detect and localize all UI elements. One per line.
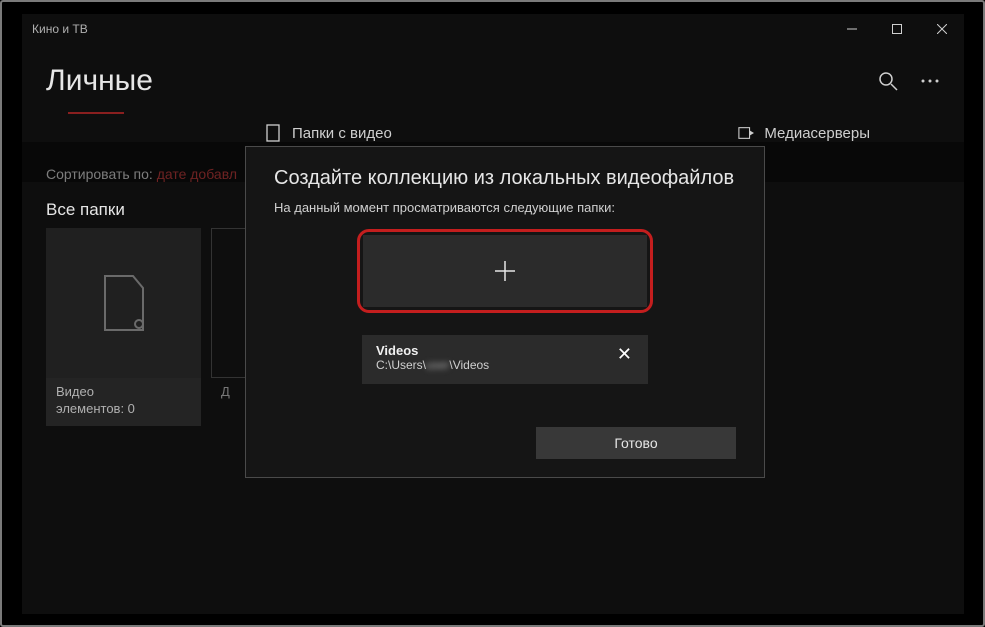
folder-card-title: Видео	[56, 384, 191, 401]
folder-card-thumb	[46, 228, 201, 378]
search-icon[interactable]	[878, 71, 898, 91]
folder-path-user: user	[426, 358, 449, 372]
folder-path-prefix: C:\Users\	[376, 358, 426, 372]
more-icon[interactable]	[920, 71, 940, 91]
maximize-icon	[892, 24, 902, 34]
folder-entry-path: C:\Users\user\Videos	[376, 358, 613, 372]
folder-card-count: элементов: 0	[56, 401, 191, 418]
folder-icon	[266, 124, 282, 142]
folder-card-video[interactable]: Видео элементов: 0	[46, 228, 201, 426]
app-title: Кино и ТВ	[32, 22, 829, 36]
folder-card-placeholder-text: Д	[221, 384, 230, 401]
document-icon	[101, 274, 147, 332]
tab-media-servers-label: Медиасерверы	[764, 125, 870, 142]
page-header: Личные	[22, 44, 964, 108]
close-window-button[interactable]	[919, 14, 964, 44]
done-button-label: Готово	[614, 435, 657, 451]
folder-entry-name: Videos	[376, 343, 613, 358]
page-title: Личные	[46, 64, 878, 98]
add-folder-highlight	[357, 229, 653, 313]
maximize-button[interactable]	[874, 14, 919, 44]
window-controls	[829, 14, 964, 44]
dialog-subtitle: На данный момент просматриваются следующ…	[274, 200, 736, 215]
folder-entry: Videos C:\Users\user\Videos ✕	[362, 335, 648, 384]
add-folder-button[interactable]	[363, 235, 647, 307]
app-window: Кино и ТВ Личные	[22, 14, 964, 614]
minimize-icon	[847, 24, 857, 34]
dialog-title: Создайте коллекцию из локальных видеофай…	[274, 167, 736, 190]
close-icon	[937, 24, 947, 34]
done-button[interactable]: Готово	[536, 427, 736, 459]
folder-entry-text: Videos C:\Users\user\Videos	[376, 343, 613, 372]
title-underline	[68, 112, 124, 114]
header-actions	[878, 71, 940, 91]
remove-folder-button[interactable]: ✕	[613, 343, 636, 365]
create-collection-dialog: Создайте коллекцию из локальных видеофай…	[245, 146, 765, 478]
folder-path-suffix: \Videos	[449, 358, 489, 372]
folder-card-info: Видео элементов: 0	[46, 378, 201, 426]
close-icon: ✕	[617, 344, 632, 364]
plus-icon	[494, 260, 516, 282]
tab-video-folders-label: Папки с видео	[292, 125, 392, 142]
media-server-icon	[738, 124, 754, 142]
title-bar: Кино и ТВ	[22, 14, 964, 44]
minimize-button[interactable]	[829, 14, 874, 44]
